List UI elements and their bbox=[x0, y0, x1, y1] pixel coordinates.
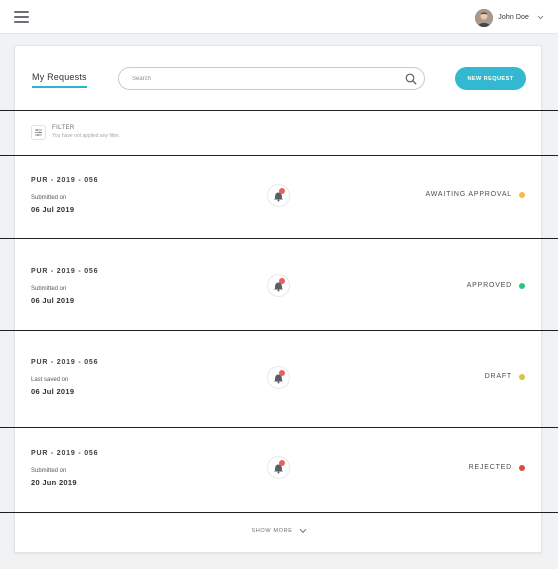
request-date-label: Submitted on bbox=[31, 286, 67, 292]
user-name[interactable]: John Doe bbox=[498, 14, 529, 21]
request-date: 20 Jun 2019 bbox=[31, 478, 77, 487]
bell-icon[interactable] bbox=[267, 274, 290, 297]
bell-icon[interactable] bbox=[267, 456, 290, 479]
request-id: PUR - 2019 - 056 bbox=[31, 177, 99, 184]
top-bar: John Doe bbox=[0, 0, 558, 34]
request-row[interactable]: PUR - 2019 - 056 Submitted on 06 Jul 201… bbox=[0, 238, 558, 330]
request-id: PUR - 2019 - 056 bbox=[31, 450, 99, 457]
request-row[interactable]: PUR - 2019 - 056 Submitted on 20 Jun 201… bbox=[0, 427, 558, 512]
request-id: PUR - 2019 - 056 bbox=[31, 268, 99, 275]
notification-badge bbox=[279, 460, 285, 466]
filter-subtitle: You have not applied any filter. bbox=[52, 133, 120, 139]
status-label: AWAITING APPROVAL bbox=[425, 191, 512, 198]
search-input[interactable] bbox=[132, 73, 382, 85]
request-date: 06 Jul 2019 bbox=[31, 296, 75, 305]
bell-icon[interactable] bbox=[267, 366, 290, 389]
tab-my-requests[interactable]: My Requests bbox=[32, 72, 87, 82]
notification-badge bbox=[279, 188, 285, 194]
status-label: REJECTED bbox=[468, 464, 512, 471]
status-dot bbox=[519, 465, 525, 471]
search-box[interactable] bbox=[118, 67, 425, 90]
chevron-down-icon[interactable] bbox=[537, 15, 544, 20]
notification-badge bbox=[279, 278, 285, 284]
chevron-down-icon[interactable] bbox=[299, 528, 307, 534]
user-menu[interactable]: John Doe bbox=[475, 8, 544, 27]
request-row[interactable]: PUR - 2019 - 056 Last saved on 06 Jul 20… bbox=[0, 330, 558, 427]
show-more-label[interactable]: SHOW MORE bbox=[251, 528, 292, 534]
notification-badge bbox=[279, 370, 285, 376]
status-dot bbox=[519, 374, 525, 380]
request-date-label: Submitted on bbox=[31, 195, 67, 201]
request-date: 06 Jul 2019 bbox=[31, 205, 75, 214]
avatar-icon[interactable] bbox=[475, 8, 494, 27]
bell-icon[interactable] bbox=[267, 184, 290, 207]
request-row[interactable]: PUR - 2019 - 056 Submitted on 06 Jul 201… bbox=[0, 155, 558, 238]
status-dot bbox=[519, 283, 525, 289]
request-date-label: Last saved on bbox=[31, 377, 69, 383]
status-label: APPROVED bbox=[466, 282, 512, 289]
status-label: DRAFT bbox=[484, 373, 512, 380]
status-dot bbox=[519, 192, 525, 198]
hamburger-menu-icon[interactable] bbox=[14, 11, 29, 23]
show-more-button[interactable]: SHOW MORE bbox=[0, 525, 558, 537]
new-request-button[interactable]: NEW REQUEST bbox=[455, 67, 526, 90]
divider bbox=[0, 512, 558, 513]
request-date-label: Submitted on bbox=[31, 468, 67, 474]
request-date: 06 Jul 2019 bbox=[31, 387, 75, 396]
sliders-icon[interactable] bbox=[31, 125, 46, 140]
search-icon[interactable] bbox=[405, 73, 417, 85]
active-tab-indicator bbox=[32, 86, 87, 88]
divider bbox=[0, 110, 558, 111]
request-id: PUR - 2019 - 056 bbox=[31, 359, 99, 366]
filter-title[interactable]: FILTER bbox=[52, 125, 75, 131]
